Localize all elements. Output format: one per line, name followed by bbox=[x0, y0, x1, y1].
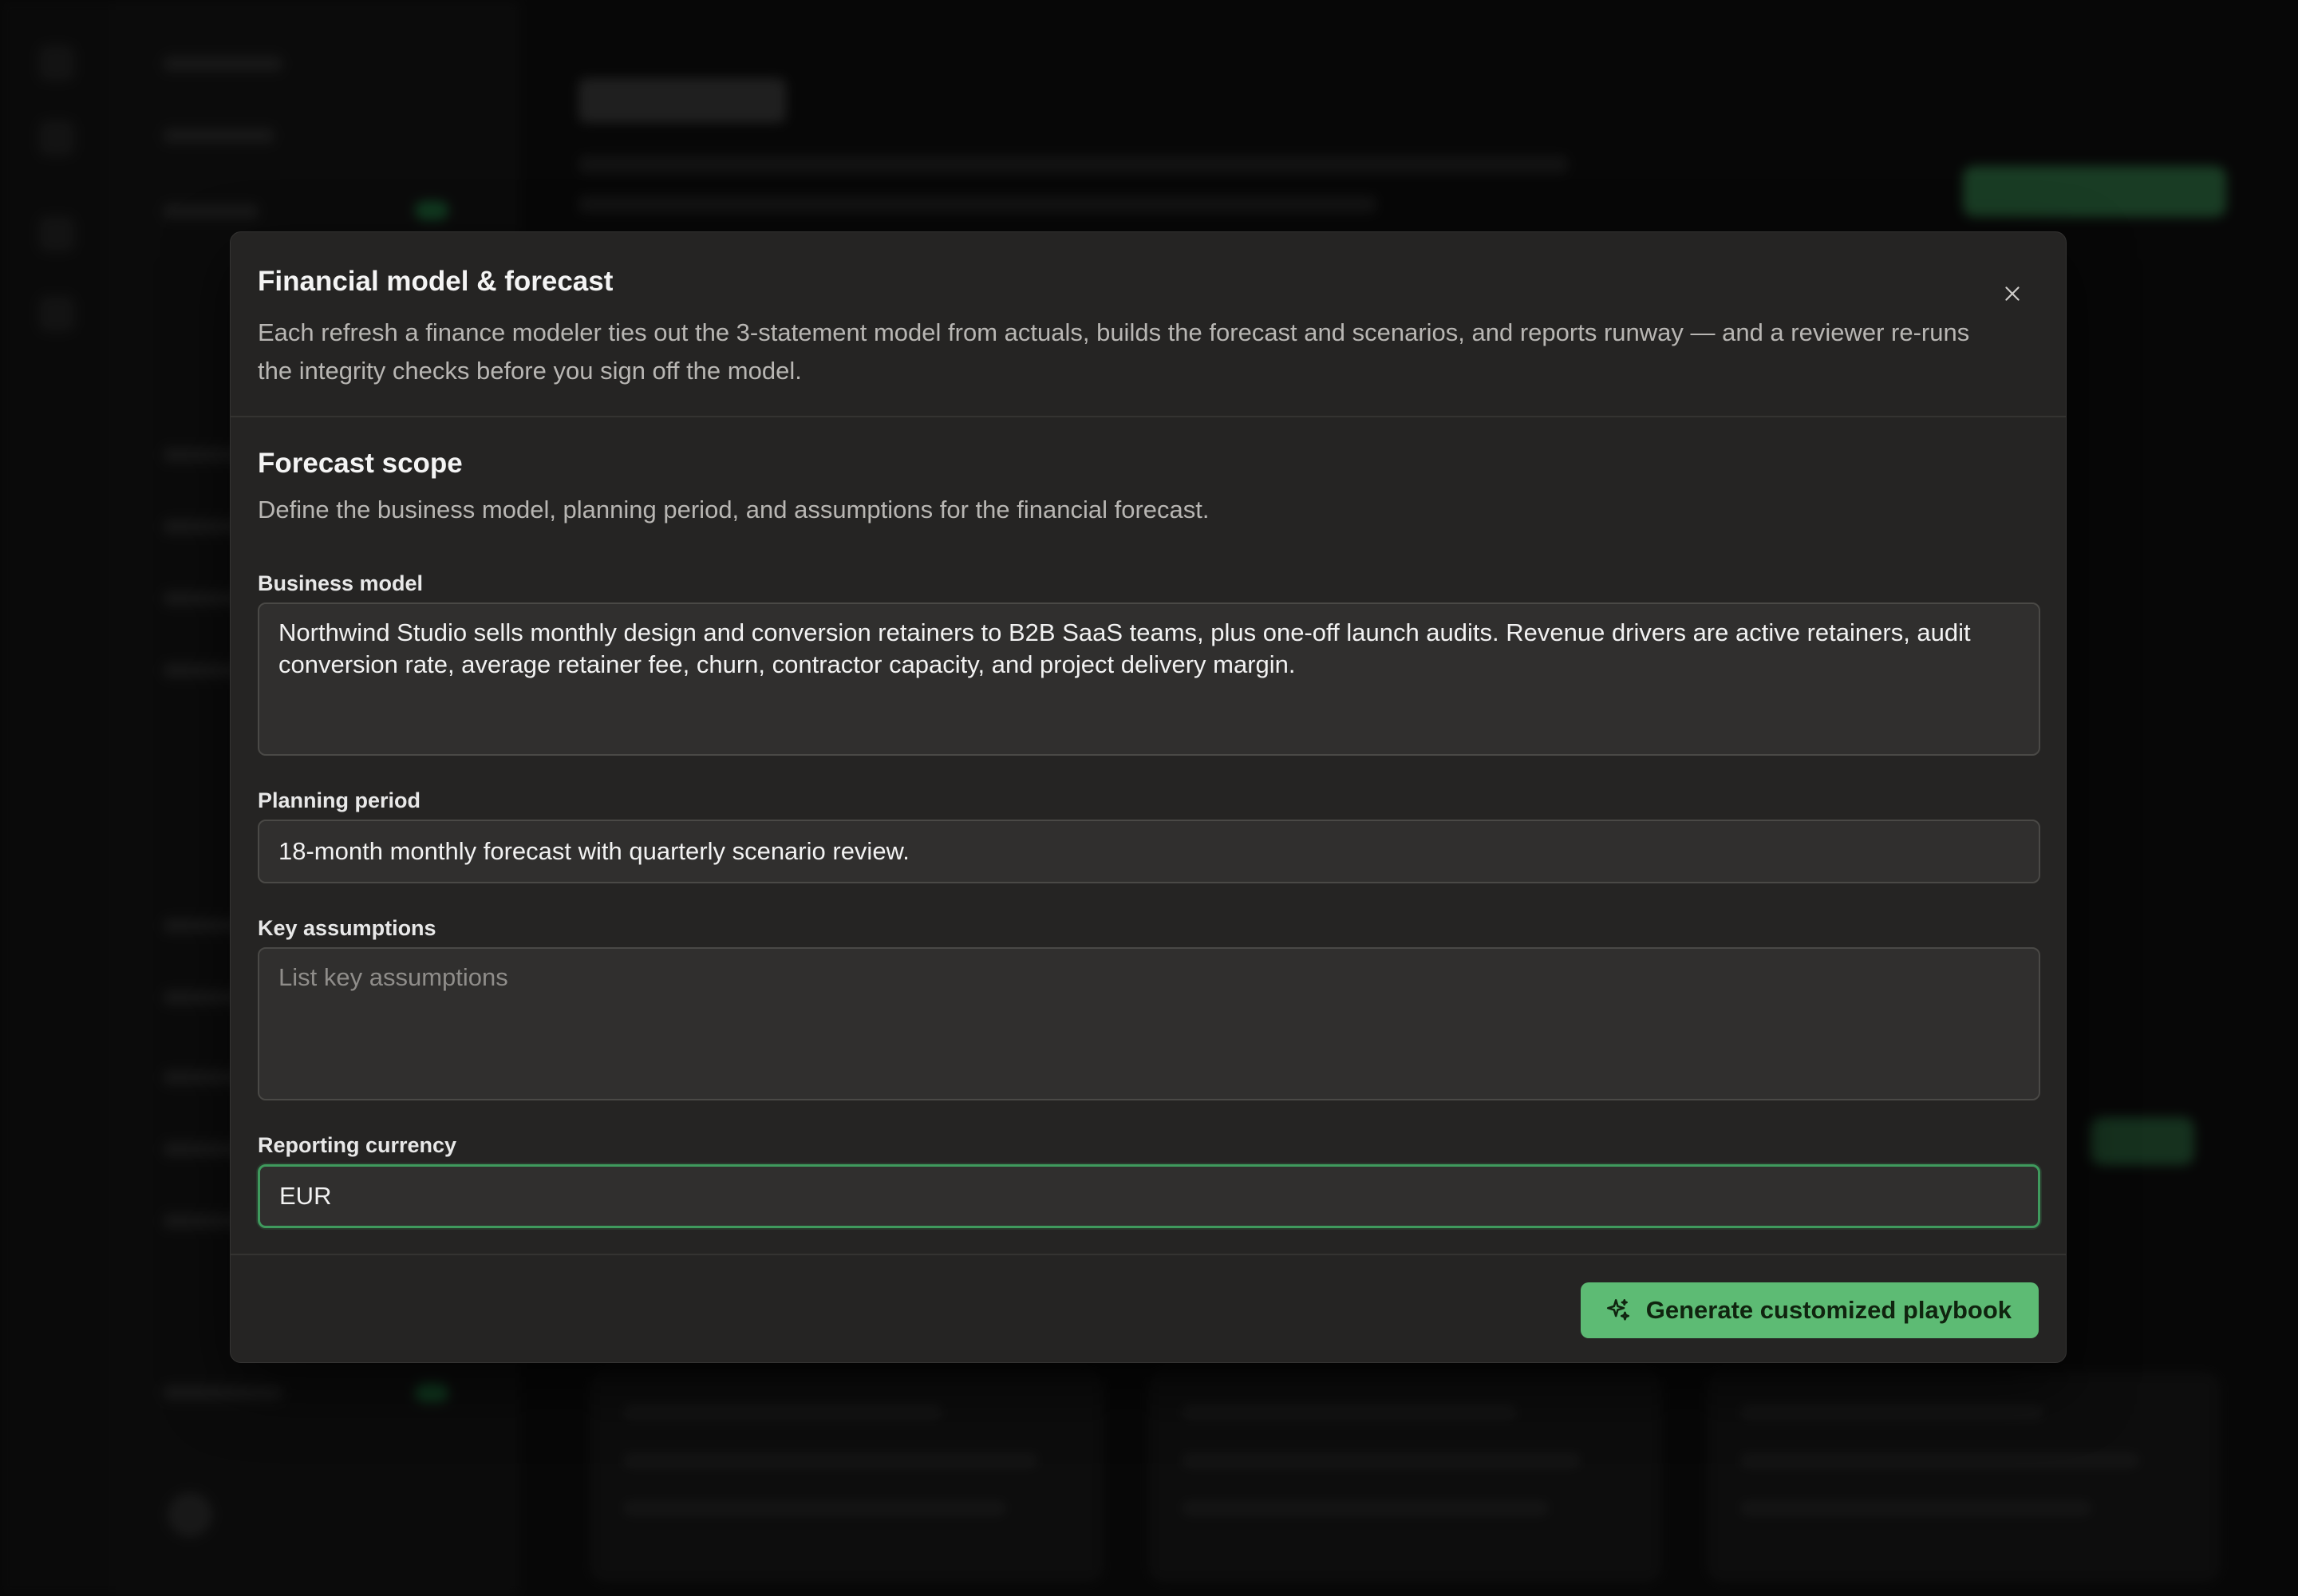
modal-footer: Generate customized playbook bbox=[231, 1254, 2066, 1365]
modal-title: Financial model & forecast bbox=[258, 266, 614, 297]
modal-header: Financial model & forecast Each refresh … bbox=[231, 232, 2066, 417]
playbook-modal: Financial model & forecast Each refresh … bbox=[230, 231, 2067, 1363]
close-button[interactable] bbox=[1992, 274, 2032, 314]
modal-description: Each refresh a finance modeler ties out … bbox=[258, 318, 1970, 385]
generate-playbook-label: Generate customized playbook bbox=[1645, 1296, 2012, 1324]
key-assumptions-field[interactable] bbox=[258, 947, 2040, 1100]
key-assumptions-label: Key assumptions bbox=[258, 916, 436, 940]
section-title: Forecast scope bbox=[258, 448, 463, 479]
generate-playbook-button[interactable]: Generate customized playbook bbox=[1580, 1282, 2039, 1338]
business-model-label: Business model bbox=[258, 571, 424, 595]
sparkles-icon bbox=[1606, 1298, 1629, 1321]
business-model-field[interactable]: Northwind Studio sells monthly design an… bbox=[258, 602, 2040, 756]
section-description: Define the business model, planning peri… bbox=[258, 496, 1210, 523]
planning-period-field[interactable] bbox=[258, 820, 2040, 883]
reporting-currency-label: Reporting currency bbox=[258, 1133, 457, 1157]
planning-period-label: Planning period bbox=[258, 788, 421, 812]
reporting-currency-field[interactable] bbox=[258, 1164, 2040, 1228]
close-icon bbox=[2005, 286, 2020, 301]
